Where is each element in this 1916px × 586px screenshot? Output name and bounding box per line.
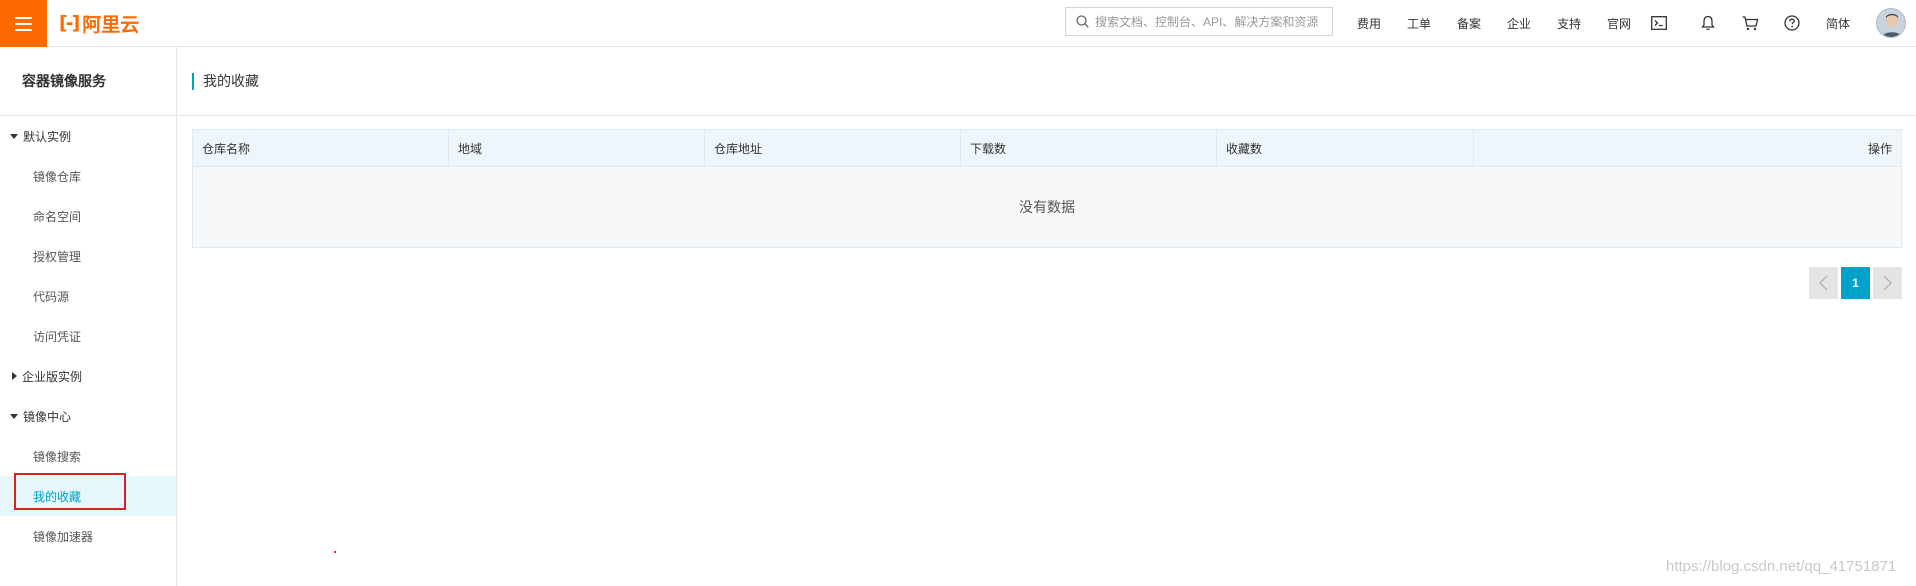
nav-enterprise[interactable]: 企业	[1507, 0, 1531, 47]
caret-right-icon	[12, 372, 17, 380]
aliyun-logo[interactable]: [-] 阿里云	[59, 11, 140, 36]
sidebar-item-repositories[interactable]: 镜像仓库	[0, 156, 176, 196]
global-search[interactable]	[1065, 7, 1333, 36]
prev-page-button[interactable]	[1809, 267, 1838, 299]
chevron-right-icon	[1883, 275, 1892, 291]
chevron-left-icon	[1819, 275, 1828, 291]
search-input[interactable]	[1095, 14, 1327, 29]
logo-mark: [-]	[59, 12, 80, 34]
column-header-actions: 操作	[1867, 141, 1892, 156]
sidebar-title: 容器镜像服务	[0, 47, 176, 116]
title-accent-bar	[192, 72, 194, 90]
column-header-region: 地域	[449, 130, 705, 166]
page-title: 我的收藏	[203, 73, 259, 89]
annotation-highlight-box	[14, 473, 126, 510]
caret-down-icon	[10, 413, 18, 419]
nav-tickets[interactable]: 工单	[1407, 0, 1431, 47]
sidebar-group-enterprise-instance[interactable]: 企业版实例	[0, 356, 176, 396]
nav-icp-filing[interactable]: 备案	[1457, 0, 1481, 47]
sidebar-item-image-search[interactable]: 镜像搜索	[0, 436, 176, 476]
sidebar-item-access-credentials[interactable]: 访问凭证	[0, 316, 176, 356]
bell-icon[interactable]	[1697, 12, 1719, 34]
sidebar-group-default-instance[interactable]: 默认实例	[0, 116, 176, 156]
terminal-icon[interactable]	[1648, 12, 1670, 34]
pagination: 1	[1806, 267, 1902, 299]
column-header-repo-address: 仓库地址	[705, 130, 961, 166]
favorites-table: 仓库名称 地域 仓库地址 下载数 收藏数 操作 没有数据	[192, 129, 1902, 248]
sidebar-item-authorization[interactable]: 授权管理	[0, 236, 176, 276]
sidebar-item-namespaces[interactable]: 命名空间	[0, 196, 176, 236]
nav-fees[interactable]: 费用	[1357, 0, 1381, 47]
sidebar-group-image-center[interactable]: 镜像中心	[0, 396, 176, 436]
column-header-downloads: 下载数	[961, 130, 1217, 166]
sidebar-group-label: 镜像中心	[23, 409, 72, 424]
caret-down-icon	[10, 133, 18, 139]
top-bar: [-] 阿里云 费用 工单 备案 企业 支持 官网 简体	[0, 0, 1916, 47]
table-header: 仓库名称 地域 仓库地址 下载数 收藏数 操作	[193, 130, 1901, 167]
brand-name: 阿里云	[82, 14, 140, 36]
column-header-favorites: 收藏数	[1217, 130, 1474, 166]
sidebar-item-code-source[interactable]: 代码源	[0, 276, 176, 316]
sidebar-group-label: 企业版实例	[22, 369, 83, 384]
nav-support[interactable]: 支持	[1557, 0, 1581, 47]
nav-official-site[interactable]: 官网	[1607, 0, 1631, 47]
annotation-dot	[334, 551, 336, 553]
page-header: 我的收藏	[178, 47, 1916, 116]
cart-icon[interactable]	[1739, 12, 1761, 34]
page-button-current[interactable]: 1	[1841, 267, 1870, 299]
user-avatar[interactable]	[1876, 8, 1906, 38]
help-icon[interactable]	[1781, 12, 1803, 34]
sidebar-item-image-accelerator[interactable]: 镜像加速器	[0, 516, 176, 556]
watermark-text: https://blog.csdn.net/qq_41751871	[1666, 558, 1897, 575]
sidebar-group-label: 默认实例	[23, 129, 72, 144]
table-empty-state: 没有数据	[193, 167, 1901, 247]
next-page-button[interactable]	[1873, 267, 1902, 299]
language-switch[interactable]: 简体	[1826, 0, 1850, 47]
search-icon	[1076, 15, 1089, 28]
menu-toggle-button[interactable]	[0, 0, 47, 47]
hamburger-icon	[15, 16, 32, 31]
column-header-repo-name: 仓库名称	[193, 130, 449, 166]
